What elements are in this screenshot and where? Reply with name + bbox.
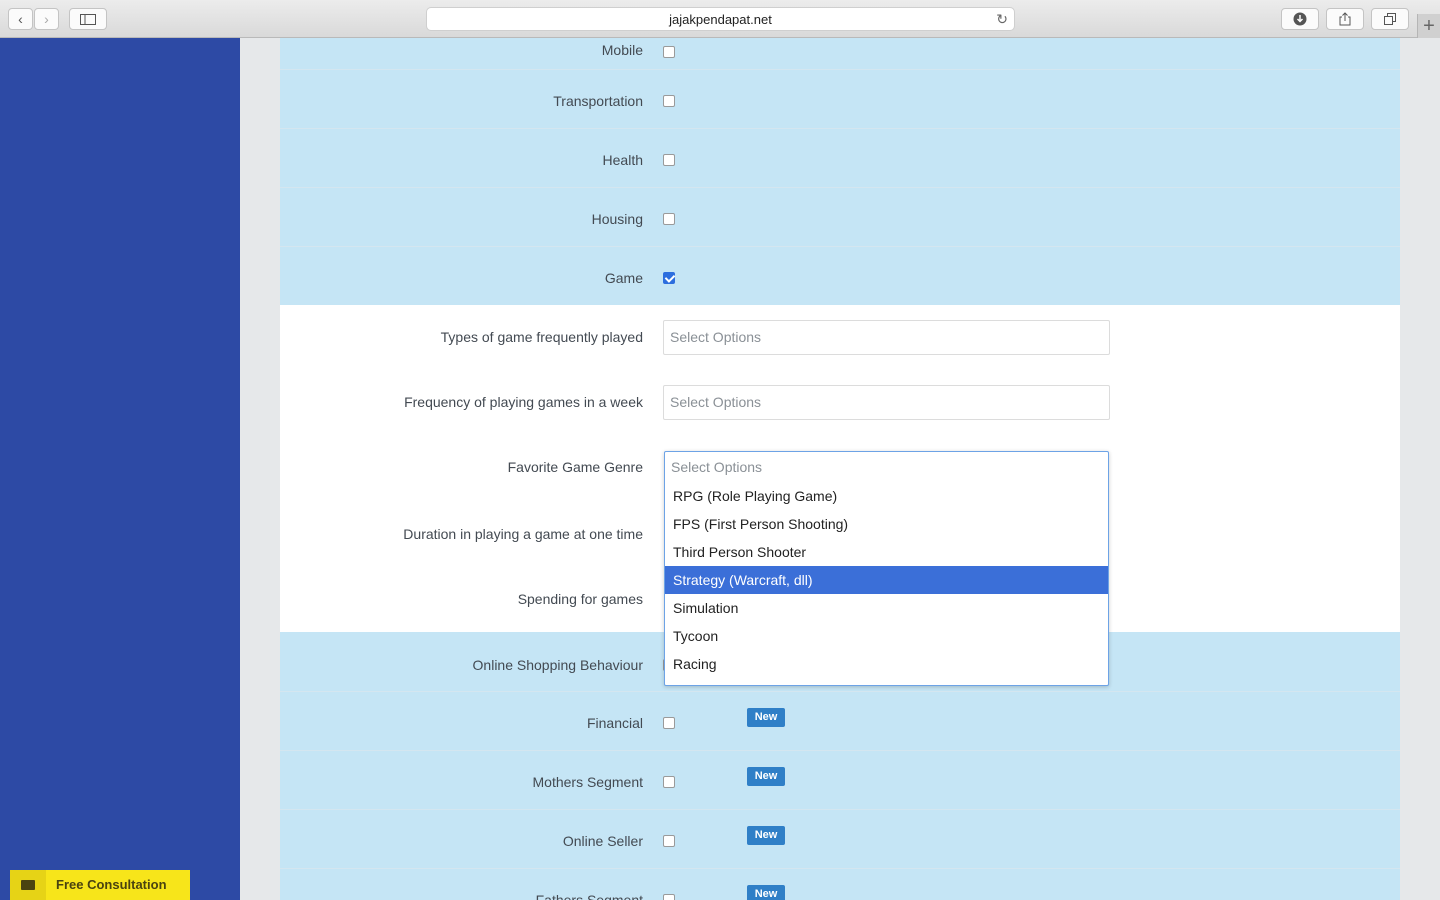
field-label-spending: Spending for games [517,591,643,607]
free-consultation-label: Free Consultation [56,877,167,892]
dropdown-option-highlighted[interactable]: Strategy (Warcraft, dll) [665,566,1108,594]
checkbox-online-seller[interactable] [663,835,675,847]
row-label: Fathers Segment [535,892,643,900]
share-icon [1339,12,1351,26]
row-label: Game [604,270,643,286]
favorite-genre-dropdown[interactable]: Select Options RPG (Role Playing Game) F… [664,451,1109,686]
checkbox-mothers[interactable] [663,776,675,788]
address-bar[interactable]: jajakpendapat.net ↻ [426,7,1015,31]
game-types-select[interactable]: Select Options [663,320,1110,355]
dropdown-option[interactable]: RPG (Role Playing Game) [665,482,1108,510]
dropdown-option[interactable]: Simulation [665,594,1108,622]
forward-button[interactable]: › [34,8,59,30]
reload-icon[interactable]: ↻ [996,11,1008,28]
new-badge: New [747,767,785,786]
checkbox-financial[interactable] [663,717,675,729]
row-label: Housing [591,211,643,227]
dropdown-option[interactable]: Tycoon [665,622,1108,650]
new-badge: New [747,708,785,727]
row-label: Online Shopping Behaviour [472,657,643,673]
sidebar-icon [80,13,96,25]
browser-toolbar: ‹ › jajakpendapat.net ↻ + [0,0,1440,38]
dropdown-option[interactable]: Third Person Shooter [665,538,1108,566]
share-button[interactable] [1326,8,1364,30]
segment-row-fathers: Fathers Segment New [280,869,1400,900]
left-sidebar [0,38,240,900]
row-label: Transportation [553,93,643,109]
tabs-icon [1384,13,1396,25]
new-badge: New [747,826,785,845]
new-tab-button[interactable]: + [1417,14,1440,38]
row-label: Mobile [601,42,643,58]
row-label: Online Seller [562,833,643,849]
chevron-right-icon: › [44,11,49,27]
field-label-play-frequency: Frequency of playing games in a week [404,394,643,410]
play-frequency-select[interactable]: Select Options [663,385,1110,420]
survey-form: Mobile Transportation Health Housing Gam… [280,38,1400,900]
dropdown-search-input[interactable]: Select Options [665,452,1108,482]
field-label-game-types: Types of game frequently played [440,329,643,345]
row-label: Financial [586,715,643,731]
field-label-favorite-genre: Favorite Game Genre [507,459,643,475]
downloads-button[interactable] [1281,8,1319,30]
checkbox-game[interactable] [663,272,675,284]
segment-row-mothers: Mothers Segment New [280,751,1400,810]
checkbox-mobile[interactable] [663,46,675,58]
segment-row-online-seller: Online Seller New [280,810,1400,869]
field-label-duration: Duration in playing a game at one time [403,526,643,542]
download-icon [1293,12,1307,26]
dropdown-option[interactable]: FPS (First Person Shooting) [665,510,1108,538]
interest-row-housing: Housing [280,188,1400,247]
back-button[interactable]: ‹ [8,8,33,30]
tabs-button[interactable] [1371,8,1409,30]
checkbox-fathers[interactable] [663,894,675,900]
checkbox-housing[interactable] [663,213,675,225]
interest-row-game: Game [280,247,1400,305]
dropdown-option[interactable]: Racing [665,650,1108,678]
url-text: jajakpendapat.net [669,11,772,27]
interest-row-transportation: Transportation [280,70,1400,129]
segment-row-financial: Financial New [280,692,1400,751]
new-badge: New [747,885,785,900]
chevron-left-icon: ‹ [18,11,23,27]
free-consultation-button[interactable]: Free Consultation [10,870,190,900]
interest-row-mobile: Mobile [280,38,1400,70]
sidebar-toggle-button[interactable] [69,8,107,30]
checkbox-transportation[interactable] [663,95,675,107]
checkbox-health[interactable] [663,154,675,166]
row-label: Mothers Segment [532,774,644,790]
envelope-icon [10,870,46,900]
row-label: Health [602,152,643,168]
interest-row-health: Health [280,129,1400,188]
